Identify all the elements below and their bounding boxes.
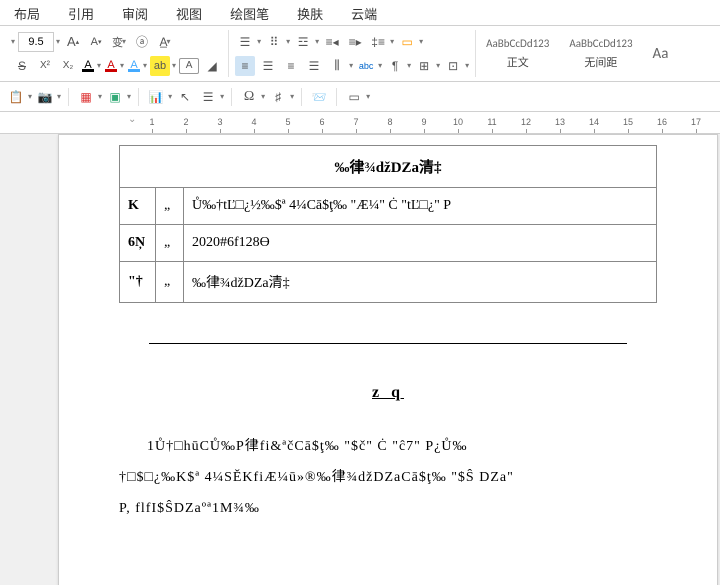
- tab-view[interactable]: 视图: [162, 0, 216, 25]
- symbol-icon[interactable]: Ω: [239, 87, 259, 107]
- font-group: ▾ 9.5 ▾ A▴ A▾ 变▾ ⓐ A̲▾ S X² X₂ A▾ A▾ A▾ …: [6, 30, 229, 77]
- tab-pen[interactable]: 绘图笔: [216, 0, 283, 25]
- chart-icon[interactable]: 📊: [146, 87, 166, 107]
- document-title: z q: [119, 384, 657, 402]
- highlight-icon[interactable]: ab: [150, 56, 170, 76]
- style-heading[interactable]: Aa: [653, 45, 669, 63]
- shrink-font-icon[interactable]: A▾: [86, 32, 106, 52]
- insert-icon[interactable]: ▣: [105, 87, 125, 107]
- styles-group: AaBbCcDd123 正文 AaBbCcDd123 无间距 Aa: [476, 30, 678, 77]
- bullets-icon[interactable]: ☰: [235, 32, 255, 52]
- align-left-icon[interactable]: ≡: [235, 56, 255, 76]
- multilevel-list-icon[interactable]: ☲: [293, 32, 313, 52]
- table-quick-icon[interactable]: ▦: [76, 87, 96, 107]
- strikethrough-icon[interactable]: S: [12, 56, 32, 76]
- document-canvas[interactable]: ‰律¾džDZa清‡ K „ Ů‰†tĽ□¿½‰$ª 4¼Cā$ţ‰ "Æ¼" …: [0, 134, 720, 585]
- tab-review[interactable]: 审阅: [108, 0, 162, 25]
- show-marks-icon[interactable]: ¶: [385, 56, 405, 76]
- tab-reference[interactable]: 引用: [54, 0, 108, 25]
- page: ‰律¾džDZa清‡ K „ Ů‰†tĽ□¿½‰$ª 4¼Cā$ţ‰ "Æ¼" …: [58, 134, 718, 585]
- text-highlight-icon[interactable]: A: [81, 56, 95, 76]
- quick-toolbar: 📋▾ 📷▾ ▦▾ ▣▾ 📊▾ ↖ ☰▾ Ω▾ ♯▾ 📨 ▭▾: [0, 82, 720, 112]
- tab-skin[interactable]: 换肤: [283, 0, 337, 25]
- paragraph-group: ☰▾ ⠿▾ ☲▾ ≡◂ ≡▸ ‡≡▾ ▭▾ ≡ ☰ ≡ ☰ ⫼▾ abc▾ ¶▾…: [229, 30, 476, 77]
- phonetic-guide-icon[interactable]: 变▾: [109, 32, 129, 52]
- line-spacing-icon[interactable]: ‡≡: [368, 32, 388, 52]
- font-size-dropdown[interactable]: ▾: [56, 37, 60, 46]
- enclose-char-icon[interactable]: ⓐ: [132, 32, 152, 52]
- align-right-icon[interactable]: ≡: [281, 56, 301, 76]
- camera-icon[interactable]: 📷: [35, 87, 55, 107]
- distribute-icon[interactable]: ⫼: [327, 56, 347, 76]
- menu-tabs: 布局 引用 审阅 视图 绘图笔 换肤 云端: [0, 0, 720, 26]
- equation-icon[interactable]: ♯: [268, 87, 288, 107]
- decrease-indent-icon[interactable]: ≡◂: [322, 32, 342, 52]
- char-border-icon[interactable]: A: [179, 58, 199, 74]
- justify-icon[interactable]: ☰: [304, 56, 324, 76]
- table-header: ‰律¾džDZa清‡: [120, 146, 657, 188]
- table-row: K „ Ů‰†tĽ□¿½‰$ª 4¼Cā$ţ‰ "Æ¼" Ċ "tĽ□¿" P: [120, 188, 657, 225]
- paragraph: 1Ů†□hūCŮ‰P律fi&ªčCā$ţ‰ "$č" Ċ "ĉ7" P¿Ů‰: [119, 432, 657, 463]
- page-width-icon[interactable]: ▭: [344, 87, 364, 107]
- align-center-icon[interactable]: ☰: [258, 56, 278, 76]
- font-color-icon[interactable]: A: [104, 56, 118, 76]
- grow-font-icon[interactable]: A▴: [63, 32, 83, 52]
- style-normal[interactable]: AaBbCcDd123 正文: [486, 37, 549, 70]
- divider-line: [149, 343, 627, 344]
- table-row: "† „ ‰律¾džDZa清‡: [120, 262, 657, 303]
- font-size-input[interactable]: 9.5: [18, 32, 54, 52]
- char-shading-icon[interactable]: A: [127, 56, 141, 76]
- style-nospacing[interactable]: AaBbCcDd123 无间距: [569, 37, 632, 70]
- document-table: ‰律¾džDZa清‡ K „ Ů‰†tĽ□¿½‰$ª 4¼Cā$ţ‰ "Æ¼" …: [119, 145, 657, 303]
- superscript-icon[interactable]: X²: [35, 56, 55, 76]
- paragraph: P, flfI$ŜDZaºª1M¾‰: [119, 494, 657, 525]
- select-object-icon[interactable]: ↖: [175, 87, 195, 107]
- tabs-dialog-icon[interactable]: ⊡: [443, 56, 463, 76]
- increase-indent-icon[interactable]: ≡▸: [345, 32, 365, 52]
- change-case-icon[interactable]: A̲▾: [155, 32, 175, 52]
- envelope-icon[interactable]: 📨: [309, 87, 329, 107]
- borders-icon[interactable]: ⊞: [414, 56, 434, 76]
- indent-marker-icon[interactable]: ⌄: [128, 114, 136, 125]
- paste-icon[interactable]: 📋: [6, 87, 26, 107]
- ribbon-toolbar: ▾ 9.5 ▾ A▴ A▾ 变▾ ⓐ A̲▾ S X² X₂ A▾ A▾ A▾ …: [0, 26, 720, 82]
- sort-icon[interactable]: abc: [356, 56, 376, 76]
- clear-format-icon[interactable]: ◢: [202, 56, 222, 76]
- tab-cloud[interactable]: 云端: [337, 0, 391, 25]
- font-dropdown[interactable]: ▾: [11, 37, 15, 46]
- table-row: 6Ņ „ 2020#6f128Ɵ: [120, 225, 657, 262]
- shading-icon[interactable]: ▭: [397, 32, 417, 52]
- tab-layout[interactable]: 布局: [0, 0, 54, 25]
- horizontal-ruler[interactable]: ⌄ (function(){ var r=document.currentScr…: [0, 112, 720, 134]
- paragraph: †□$□¿‰K$ª 4¼SĚKfiÆ¼ū»®‰律¾džDZaCā$ţ‰ "$Ŝ …: [119, 463, 657, 494]
- subscript-icon[interactable]: X₂: [58, 56, 78, 76]
- numbering-icon[interactable]: ⠿: [264, 32, 284, 52]
- dropdown1-icon[interactable]: ☰: [198, 87, 218, 107]
